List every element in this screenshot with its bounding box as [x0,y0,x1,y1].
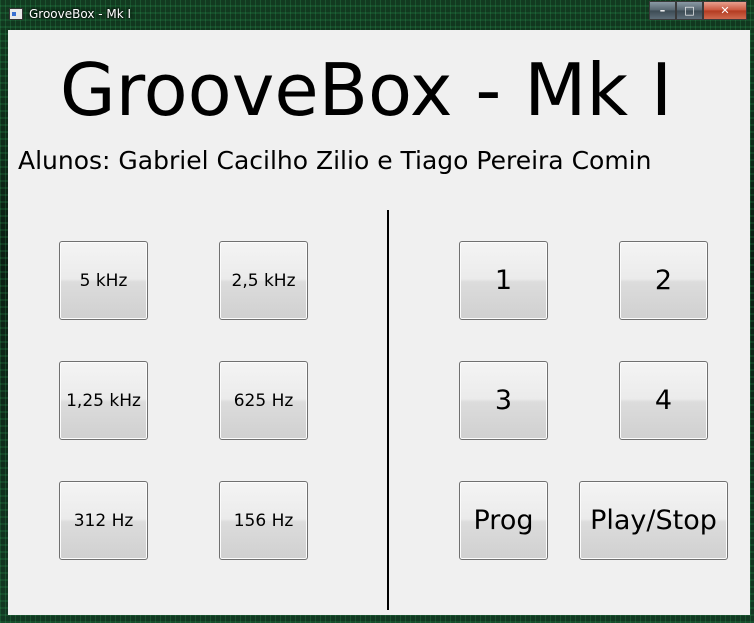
caption-buttons: – □ ✕ [649,1,747,20]
prog-button[interactable]: Prog [459,481,548,560]
close-icon: ✕ [720,4,730,17]
pattern-3-button[interactable]: 3 [459,361,548,440]
pattern-4-button[interactable]: 4 [619,361,708,440]
minimize-button[interactable]: – [649,1,676,20]
maximize-button[interactable]: □ [676,1,703,20]
client-area: GrooveBox - Mk I Alunos: Gabriel Cacilho… [8,30,750,615]
freq-625hz-button[interactable]: 625 Hz [219,361,308,440]
window-title: GrooveBox - Mk I [29,7,132,21]
freq-156hz-button[interactable]: 156 Hz [219,481,308,560]
panel-divider [387,210,389,610]
pattern-1-button[interactable]: 1 [459,241,548,320]
app-heading: GrooveBox - Mk I [59,48,673,132]
title-bar[interactable]: GrooveBox - Mk I – □ ✕ [0,0,754,28]
pattern-2-button[interactable]: 2 [619,241,708,320]
maximize-icon: □ [684,4,695,17]
freq-5khz-button[interactable]: 5 kHz [59,241,148,320]
students-label: Alunos: Gabriel Cacilho Zilio e Tiago Pe… [18,146,652,175]
app-icon[interactable] [9,8,23,20]
freq-312hz-button[interactable]: 312 Hz [59,481,148,560]
play-stop-button[interactable]: Play/Stop [579,481,728,560]
close-button[interactable]: ✕ [703,1,747,20]
minimize-icon: – [659,4,666,17]
freq-2-5khz-button[interactable]: 2,5 kHz [219,241,308,320]
freq-1-25khz-button[interactable]: 1,25 kHz [59,361,148,440]
app-window: GrooveBox - Mk I – □ ✕ GrooveBox - Mk I … [0,0,754,623]
